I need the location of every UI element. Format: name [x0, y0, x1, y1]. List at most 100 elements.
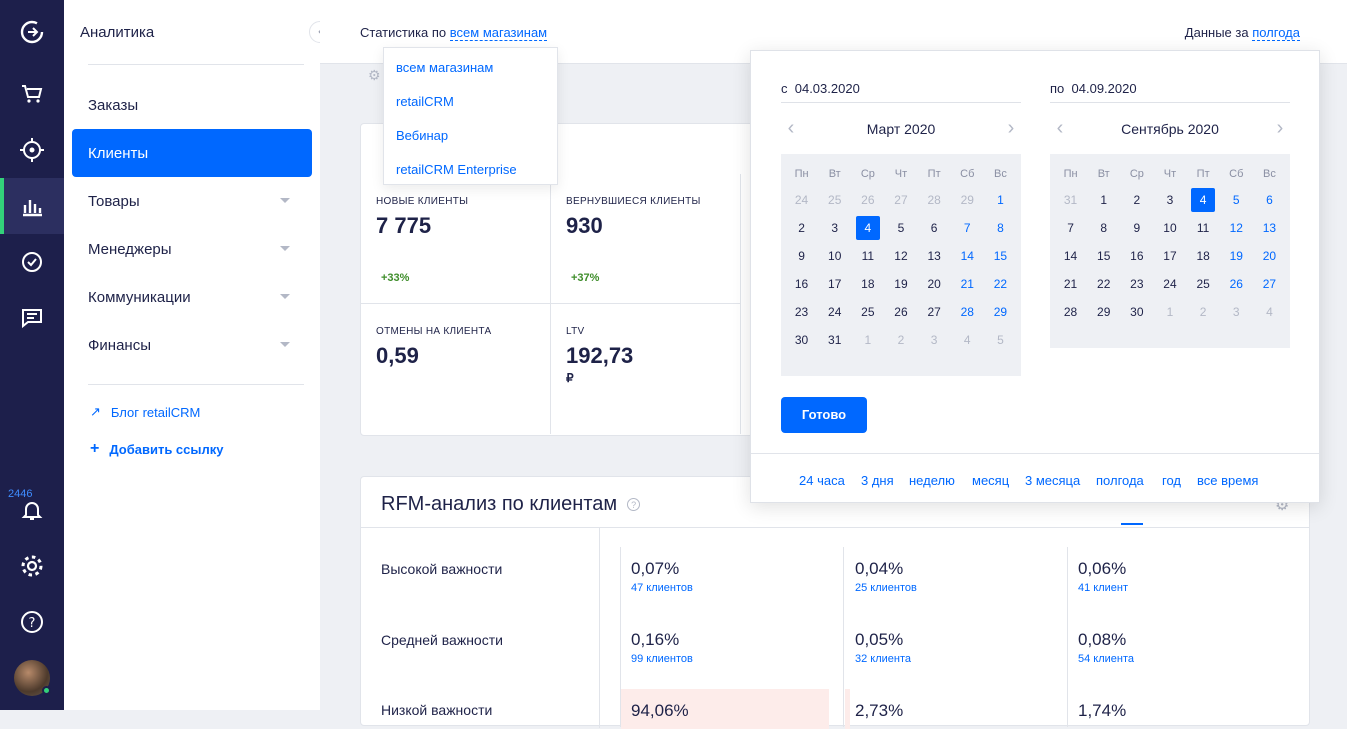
store-filter-link[interactable]: всем магазинам: [449, 25, 548, 41]
calendar-day[interactable]: 2: [884, 326, 917, 354]
calendar-day[interactable]: 19: [884, 270, 917, 298]
done-button[interactable]: Готово: [781, 397, 867, 433]
avatar[interactable]: [14, 660, 51, 696]
tasks-icon[interactable]: [0, 234, 64, 290]
calendar-day[interactable]: 17: [818, 270, 851, 298]
calendar-day[interactable]: 4: [851, 214, 884, 242]
chevron-right-icon[interactable]: ›: [1005, 118, 1017, 139]
calendar-day[interactable]: 30: [785, 326, 818, 354]
date-to-field[interactable]: по 04.09.2020: [1050, 81, 1290, 103]
blog-link[interactable]: ↗ Блог retailCRM: [90, 404, 200, 420]
store-option[interactable]: retailCRM: [396, 94, 454, 109]
calendar-day[interactable]: 7: [951, 214, 984, 242]
calendar-day[interactable]: 6: [1253, 186, 1286, 214]
rfm-cell[interactable]: 0,08% 54 клиента: [1078, 630, 1134, 665]
calendar-day[interactable]: 16: [785, 270, 818, 298]
sidebar-item-managers[interactable]: Менеджеры: [72, 225, 312, 273]
calendar-day[interactable]: 30: [1120, 298, 1153, 326]
rfm-count-link[interactable]: 99 клиентов: [631, 653, 693, 665]
calendar-day[interactable]: 4: [951, 326, 984, 354]
calendar-day[interactable]: 28: [951, 298, 984, 326]
calendar-day[interactable]: 15: [1087, 242, 1120, 270]
calendar-day[interactable]: 26: [1220, 270, 1253, 298]
calendar-day[interactable]: 26: [851, 186, 884, 214]
help-icon[interactable]: ?: [627, 498, 641, 512]
quick-range-link[interactable]: год: [1162, 473, 1181, 488]
chat-icon[interactable]: [0, 290, 64, 346]
settings-icon[interactable]: [0, 538, 64, 594]
calendar-day[interactable]: 20: [918, 270, 951, 298]
sidebar-item-orders[interactable]: Заказы: [72, 81, 312, 129]
calendar-day[interactable]: 4: [1253, 298, 1286, 326]
calendar-day[interactable]: 21: [1054, 270, 1087, 298]
calendar-day[interactable]: 27: [1253, 270, 1286, 298]
calendar-day[interactable]: 12: [884, 242, 917, 270]
quick-range-link[interactable]: месяц: [972, 473, 1009, 488]
bell-icon[interactable]: [0, 482, 64, 538]
help-icon[interactable]: ?: [0, 594, 64, 650]
calendar-day[interactable]: 9: [785, 242, 818, 270]
calendar-day[interactable]: 10: [1153, 214, 1186, 242]
rfm-cell[interactable]: 0,07% 47 клиентов: [631, 559, 693, 594]
calendar-day[interactable]: 18: [851, 270, 884, 298]
calendar-day[interactable]: 25: [818, 186, 851, 214]
calendar-day[interactable]: 1: [984, 186, 1017, 214]
calendar-day[interactable]: 14: [1054, 242, 1087, 270]
rfm-count-link[interactable]: 47 клиентов: [631, 582, 693, 594]
calendar-day[interactable]: 21: [951, 270, 984, 298]
calendar-day[interactable]: 11: [851, 242, 884, 270]
rfm-cell[interactable]: 2,73%: [855, 701, 903, 721]
calendar-day[interactable]: 24: [818, 298, 851, 326]
calendar-day[interactable]: 2: [1187, 298, 1220, 326]
calendar-day[interactable]: 12: [1220, 214, 1253, 242]
calendar-day[interactable]: 1: [851, 326, 884, 354]
calendar-day[interactable]: 23: [785, 298, 818, 326]
calendar-day[interactable]: 6: [918, 214, 951, 242]
calendar-day[interactable]: 31: [818, 326, 851, 354]
calendar-day[interactable]: 29: [951, 186, 984, 214]
chevron-right-icon[interactable]: ›: [1274, 118, 1286, 139]
calendar-day[interactable]: 3: [1153, 186, 1186, 214]
calendar-day[interactable]: 7: [1054, 214, 1087, 242]
calendar-day[interactable]: 26: [884, 298, 917, 326]
calendar-day[interactable]: 27: [884, 186, 917, 214]
rfm-count-link[interactable]: 41 клиент: [1078, 582, 1128, 594]
calendar-day[interactable]: 25: [851, 298, 884, 326]
add-link-button[interactable]: + Добавить ссылку: [90, 440, 223, 458]
calendar-day[interactable]: 22: [1087, 270, 1120, 298]
calendar-day[interactable]: 9: [1120, 214, 1153, 242]
calendar-day[interactable]: 28: [1054, 298, 1087, 326]
calendar-day[interactable]: 4: [1187, 186, 1220, 214]
sidebar-item-communications[interactable]: Коммуникации: [72, 273, 312, 321]
calendar-day[interactable]: 27: [918, 298, 951, 326]
rfm-cell[interactable]: 1,74%: [1078, 701, 1126, 721]
sidebar-item-products[interactable]: Товары: [72, 177, 312, 225]
sidebar-item-clients[interactable]: Клиенты: [72, 129, 312, 177]
sidebar-item-finance[interactable]: Финансы: [72, 321, 312, 369]
calendar-day[interactable]: 20: [1253, 242, 1286, 270]
calendar-day[interactable]: 28: [918, 186, 951, 214]
rfm-cell[interactable]: 0,04% 25 клиентов: [855, 559, 917, 594]
calendar-day[interactable]: 31: [1054, 186, 1087, 214]
calendar-day[interactable]: 24: [785, 186, 818, 214]
calendar-day[interactable]: 13: [1253, 214, 1286, 242]
cart-icon[interactable]: [0, 66, 64, 122]
quick-range-link[interactable]: 3 месяца: [1025, 473, 1080, 488]
calendar-day[interactable]: 5: [984, 326, 1017, 354]
calendar-day[interactable]: 2: [1120, 186, 1153, 214]
calendar-day[interactable]: 23: [1120, 270, 1153, 298]
calendar-day[interactable]: 3: [918, 326, 951, 354]
calendar-day[interactable]: 25: [1187, 270, 1220, 298]
calendar-day[interactable]: 1: [1153, 298, 1186, 326]
analytics-icon[interactable]: [0, 178, 64, 234]
calendar-day[interactable]: 5: [1220, 186, 1253, 214]
calendar-day[interactable]: 10: [818, 242, 851, 270]
store-option[interactable]: retailCRM Enterprise: [396, 162, 517, 177]
calendar-day[interactable]: 22: [984, 270, 1017, 298]
calendar-day[interactable]: 17: [1153, 242, 1186, 270]
calendar-day[interactable]: 16: [1120, 242, 1153, 270]
logo-icon[interactable]: [0, 4, 64, 60]
quick-range-link[interactable]: полгода: [1096, 473, 1144, 488]
calendar-day[interactable]: 18: [1187, 242, 1220, 270]
calendar-day[interactable]: 13: [918, 242, 951, 270]
